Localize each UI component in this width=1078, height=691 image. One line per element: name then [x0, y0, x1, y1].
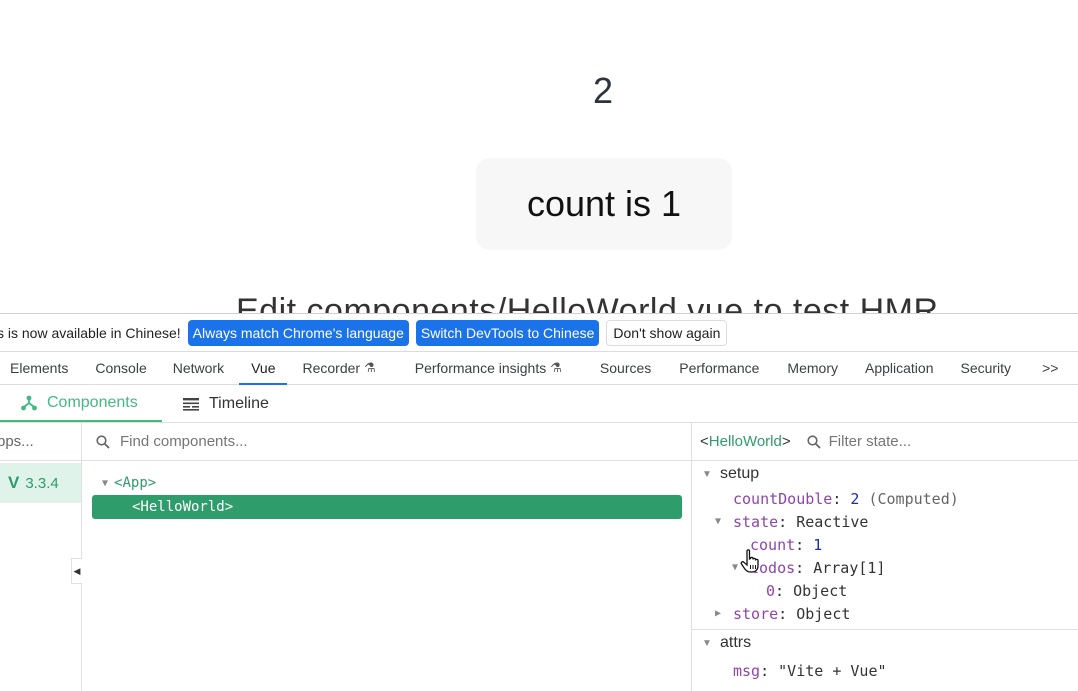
state-key: state [733, 512, 779, 531]
tree-node-helloworld-label: <HelloWorld> [132, 499, 234, 515]
state-colon: : [795, 535, 814, 554]
collapse-pane-button[interactable]: ◀ [71, 558, 82, 584]
setup-section-header[interactable]: ▼ setup [692, 461, 1078, 487]
state-value: Array[1] [813, 558, 886, 577]
filter-state-input[interactable] [828, 433, 1029, 450]
state-row-msg[interactable]: msg: "Vite + Vue" [692, 659, 1078, 682]
search-icon [96, 434, 110, 449]
expand-caret-icon: ▶ [715, 608, 722, 619]
find-components-input[interactable] [120, 433, 520, 450]
vue-tab-timeline-label: Timeline [209, 394, 269, 412]
match-language-button[interactable]: Always match Chrome's language [187, 319, 409, 346]
state-value: Object [796, 604, 851, 623]
tab-vue[interactable]: Vue [238, 352, 289, 385]
vue-panes: pps... V 3.3.4 ◀ ▼ <App> [0, 423, 1078, 691]
selected-component-name: <HelloWorld> [700, 433, 791, 450]
state-value: 1 [813, 535, 823, 554]
expand-caret-icon: ▼ [702, 468, 712, 480]
tab-elements[interactable]: Elements [10, 352, 68, 384]
tree-node-app-label: <App> [114, 475, 157, 491]
page-preview: 2 count is 1 Edit components/HelloWorld.… [0, 0, 1078, 313]
components-pane: ▼ <App> <HelloWorld> [82, 423, 692, 691]
app-item[interactable]: V 3.3.4 [0, 463, 81, 503]
state-inspector-pane: <HelloWorld> ▼ setup countDouble: 2 (Com… [692, 423, 1078, 691]
inspector-header: <HelloWorld> [692, 423, 1078, 461]
hand-cursor-icon [740, 549, 759, 573]
state-colon: : [760, 661, 779, 680]
state-value: "Vite + Vue" [778, 661, 887, 680]
tab-console[interactable]: Console [95, 352, 146, 384]
timeline-icon [183, 397, 199, 411]
tab-performance[interactable]: Performance [679, 352, 759, 384]
state-colon: : [775, 581, 794, 600]
components-icon [21, 395, 37, 410]
vue-logo-icon: V [8, 473, 20, 492]
state-key: countDouble [733, 489, 833, 508]
state-value: Reactive [796, 512, 869, 531]
tree-node-app[interactable]: ▼ <App> [82, 471, 691, 495]
tab-security[interactable]: Security [960, 352, 1011, 384]
apps-pane: pps... V 3.3.4 ◀ [0, 423, 82, 691]
infobar-message: s is now available in Chinese! [0, 324, 181, 341]
attrs-section-title: attrs [720, 634, 752, 651]
state-value: Object [793, 581, 848, 600]
devtools-tabbar: Elements Console Network Vue Recorder ⚗ … [0, 352, 1078, 385]
tab-recorder[interactable]: Recorder ⚗ [302, 352, 375, 384]
switch-chinese-button[interactable]: Switch DevTools to Chinese [415, 319, 600, 346]
apps-pane-header: pps... [0, 423, 81, 461]
expand-caret-icon: ▼ [702, 637, 712, 649]
vue-tab-components[interactable]: Components [0, 385, 162, 422]
language-infobar: s is now available in Chinese! Always ma… [0, 314, 1078, 352]
computed-note: (Computed) [868, 489, 959, 508]
tab-recorder-label: Recorder [302, 360, 361, 376]
vue-version: 3.3.4 [25, 474, 59, 492]
dont-show-again-button[interactable]: Don't show again [606, 319, 728, 346]
state-key: store [733, 604, 779, 623]
tree-node-helloworld[interactable]: <HelloWorld> [92, 495, 682, 519]
state-row-store[interactable]: ▶ store: Object [692, 602, 1078, 625]
state-row-todo-0[interactable]: 0: Object [692, 579, 1078, 602]
tab-application[interactable]: Application [865, 352, 934, 384]
flask-icon: ⚗ [550, 360, 562, 375]
expand-caret-icon: ▼ [715, 516, 722, 527]
state-colon: : [795, 558, 814, 577]
flask-icon: ⚗ [364, 360, 376, 375]
state-row-countdouble[interactable]: countDouble: 2 (Computed) [692, 487, 1078, 510]
more-tabs-button[interactable]: >> [1042, 352, 1058, 384]
count-button[interactable]: count is 1 [476, 158, 732, 250]
state-colon: : [778, 604, 797, 623]
vue-devtools-toolbar: Components Timeline [0, 385, 1078, 423]
selected-component-label: HelloWorld [708, 433, 782, 450]
tab-memory[interactable]: Memory [787, 352, 838, 384]
state-colon: : [832, 489, 851, 508]
state-colon: : [778, 512, 797, 531]
find-components-bar [82, 423, 691, 461]
edit-hint-text: Edit components/HelloWorld.vue to test H… [236, 292, 939, 313]
setup-section-title: setup [720, 465, 760, 482]
vue-tab-components-label: Components [47, 393, 138, 411]
state-key: 0 [766, 581, 776, 600]
search-icon [807, 434, 821, 449]
state-row-state[interactable]: ▼ state: Reactive [692, 510, 1078, 533]
tab-sources[interactable]: Sources [600, 352, 651, 384]
double-value: 2 [592, 70, 614, 111]
vue-tab-timeline[interactable]: Timeline [162, 385, 285, 422]
attrs-section-header[interactable]: ▼ attrs [692, 630, 1078, 656]
tab-network[interactable]: Network [173, 352, 224, 384]
expand-caret-icon[interactable]: ▼ [102, 478, 108, 489]
tab-performance-insights[interactable]: Performance insights ⚗ [415, 352, 562, 384]
state-key: msg [733, 661, 761, 680]
state-value: 2 [850, 489, 860, 508]
tab-performance-insights-label: Performance insights [414, 360, 547, 376]
devtools-panel: s is now available in Chinese! Always ma… [0, 313, 1078, 691]
component-tree: ▼ <App> <HelloWorld> [82, 461, 691, 519]
apps-label: pps... [0, 433, 34, 450]
